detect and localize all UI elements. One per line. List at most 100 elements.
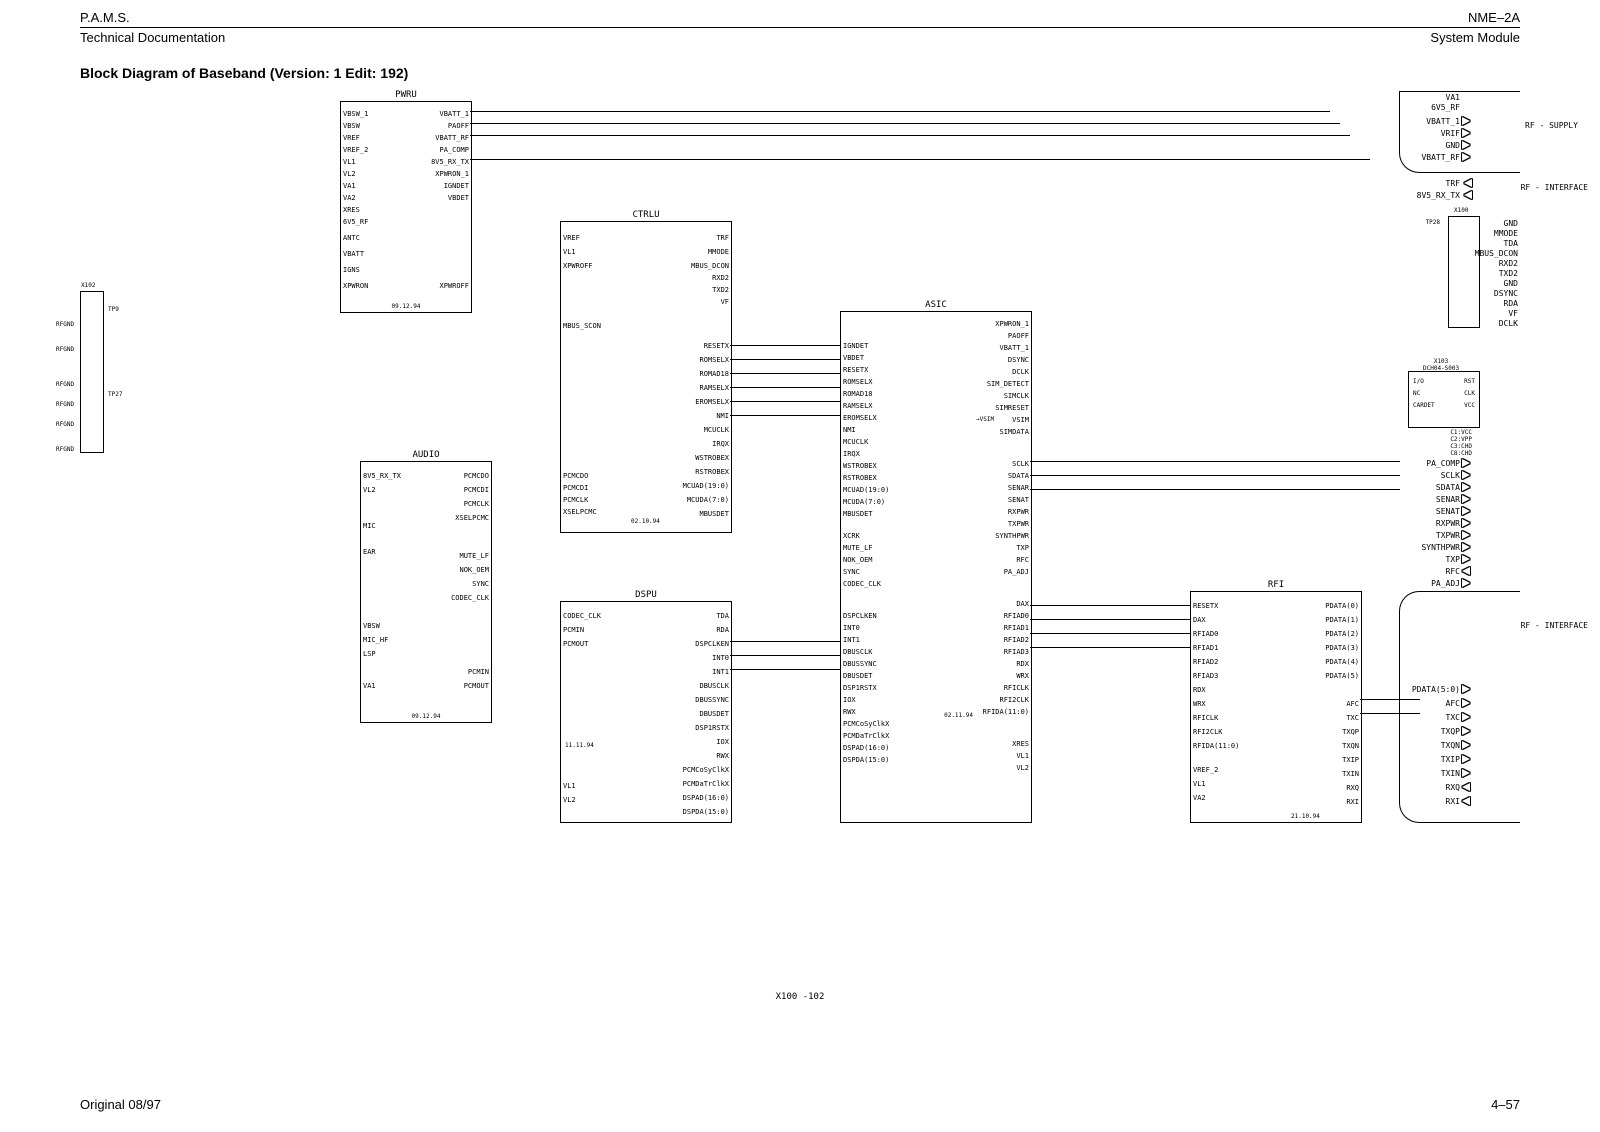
audio-rp13: PCMIN (468, 668, 489, 676)
rfi-lp0: RESETX (1193, 602, 1218, 610)
rfib-4: SENAT (1436, 507, 1460, 516)
asic-lp14: MCUDA(7:0) (843, 498, 885, 506)
rfi-rp4: PDATA(4) (1325, 658, 1359, 666)
asic-rp4: DCLK (1012, 368, 1029, 376)
rfi-rp12: TXIN (1342, 770, 1359, 778)
wire-asic-rfi-1 (1030, 605, 1190, 606)
wire-asic-out-1 (1030, 461, 1400, 462)
x102-label: X102 (81, 282, 95, 289)
tri-tx-2 (1462, 713, 1470, 721)
pwru-title: PWRU (391, 90, 421, 100)
x103-r1: NC (1413, 390, 1420, 397)
x100-r0: GND (1504, 219, 1518, 228)
asic-lp17: XCRK (843, 532, 860, 540)
rfi-lp6: RDX (1193, 686, 1206, 694)
block-asic: ASIC IGNDET VBDET RESETX ROMSELX ROMAD18… (840, 311, 1032, 823)
asic-rp33: VL1 (1016, 752, 1029, 760)
audio-lp0: 8V5_RX_TX (363, 472, 401, 480)
ctrlu-date: 02.10.94 (631, 518, 660, 525)
wire-ctrl-asic-5 (730, 401, 840, 402)
diagram-title: Block Diagram of Baseband (Version: 1 Ed… (0, 45, 1600, 91)
wire-ctrl-asic-1 (730, 345, 840, 346)
asic-lp30: DBUSDET (843, 672, 873, 680)
rfi-rp2: PDATA(2) (1325, 630, 1359, 638)
tri-b-7 (1462, 543, 1470, 551)
pwru-lp5: VL2 (343, 170, 356, 178)
asic-rp11: SCLK (1012, 460, 1029, 468)
asic-rp32: XRES (1012, 740, 1029, 748)
dspu-lp2: PCMOUT (563, 640, 588, 648)
asic-lp8: NMI (843, 426, 856, 434)
block-ctrlu: CTRLU VREF VL1 XPWROFF MBUS_SCON PCMCDO … (560, 221, 732, 533)
asic-rp6: SIMCLK (1004, 392, 1029, 400)
audio-lp1: VL2 (363, 486, 376, 494)
ctrlu-rp16: WSTROBEX (695, 454, 729, 462)
ctrlu-title: CTRLU (628, 210, 663, 220)
pwru-lp11: VBATT (343, 250, 364, 258)
footer: Original 08/97 4–57 (0, 1097, 1600, 1112)
tri-b-6 (1462, 531, 1470, 539)
x100-r2: TDA (1504, 239, 1518, 248)
ctrlu-el0: PCMCDO (563, 472, 588, 480)
rfio-7: RXQ (1446, 783, 1460, 792)
conn-x102: X102 (80, 291, 104, 453)
asic-rp34: VL2 (1016, 764, 1029, 772)
ctrlu-rp5: VF (721, 298, 729, 306)
rfib-1: SCLK (1441, 471, 1460, 480)
asic-lp36: DSPAD(16:0) (843, 744, 889, 752)
asic-rp28: WRX (1016, 672, 1029, 680)
wire-ctrl-asic-2 (730, 359, 840, 360)
x102-tp5: TP27 (108, 391, 122, 398)
asic-lp33: RWX (843, 708, 856, 716)
audio-rp9: CODEC_CLK (451, 594, 489, 602)
rfio-4: TXQN (1441, 741, 1460, 750)
header-nme: NME–2A (1468, 10, 1520, 25)
audio-rp0: PCMCDO (464, 472, 489, 480)
ctrlu-rp15: IRQX (712, 440, 729, 448)
x100-tp28: TP28 (1426, 219, 1440, 226)
rfio-8: RXI (1446, 797, 1460, 806)
asic-rp26: RFIAD3 (1004, 648, 1029, 656)
tri-b-10 (1462, 579, 1470, 587)
asic-lp7: EROMSELX (843, 414, 877, 422)
pwru-rp1: PAOFF (448, 122, 469, 130)
dspu-title: DSPU (631, 590, 661, 600)
asic-lp10: IRQX (843, 450, 860, 458)
rfi-rp14: RXI (1346, 798, 1359, 806)
asic-rp18: TXP (1016, 544, 1029, 552)
asic-lp3: RESETX (843, 366, 868, 374)
rfi-rp8: TXC (1346, 714, 1359, 722)
x102-g5: RFGND (56, 421, 74, 428)
footer-right: 4–57 (1491, 1097, 1520, 1112)
conn-x100: X100 (1448, 216, 1480, 328)
audio-lp4: EAR (363, 548, 376, 556)
x100-r5: TXD2 (1499, 269, 1518, 278)
asic-rp19: RFC (1016, 556, 1029, 564)
pwru-lp0: VBSW_1 (343, 110, 368, 118)
rfs-p1: 6V5_RF (1431, 103, 1460, 112)
audio-rp8: SYNC (472, 580, 489, 588)
wire-rfi-out-1 (1360, 699, 1420, 700)
asic-lp37: DSPDA(15:0) (843, 756, 889, 764)
asic-rp8: VSIM (1012, 416, 1029, 424)
x100-r3: MBUS_DCON (1475, 249, 1518, 258)
asic-rp0: XPWRON_1 (995, 320, 1029, 328)
rfi-rp3: PDATA(3) (1325, 644, 1359, 652)
audio-lp10: LSP (363, 650, 376, 658)
dspu-lp0: CODEC_CLK (563, 612, 601, 620)
ctrlu-rp8: RESETX (704, 342, 729, 350)
asic-date: 02.11.94 (944, 712, 973, 719)
asic-rp14: SENAT (1008, 496, 1029, 504)
rfs-p0: VA1 (1446, 93, 1460, 102)
x103-r0: I/O (1413, 378, 1424, 385)
dspu-rp6: DBUSSYNC (695, 696, 729, 704)
x102-g2: RFGND (56, 346, 74, 353)
wire-asic-rfi-4 (1030, 647, 1190, 648)
audio-rp3: XSELPCMC (455, 514, 489, 522)
rfi-lp11: VREF_2 (1193, 766, 1218, 774)
header-left: P.A.M.S. (80, 10, 130, 25)
rfs-p4: GND (1446, 141, 1460, 150)
dspu-rp9: IOX (716, 738, 729, 746)
asic-rp13: SENAR (1008, 484, 1029, 492)
header-right: NME–2A (1468, 10, 1520, 25)
